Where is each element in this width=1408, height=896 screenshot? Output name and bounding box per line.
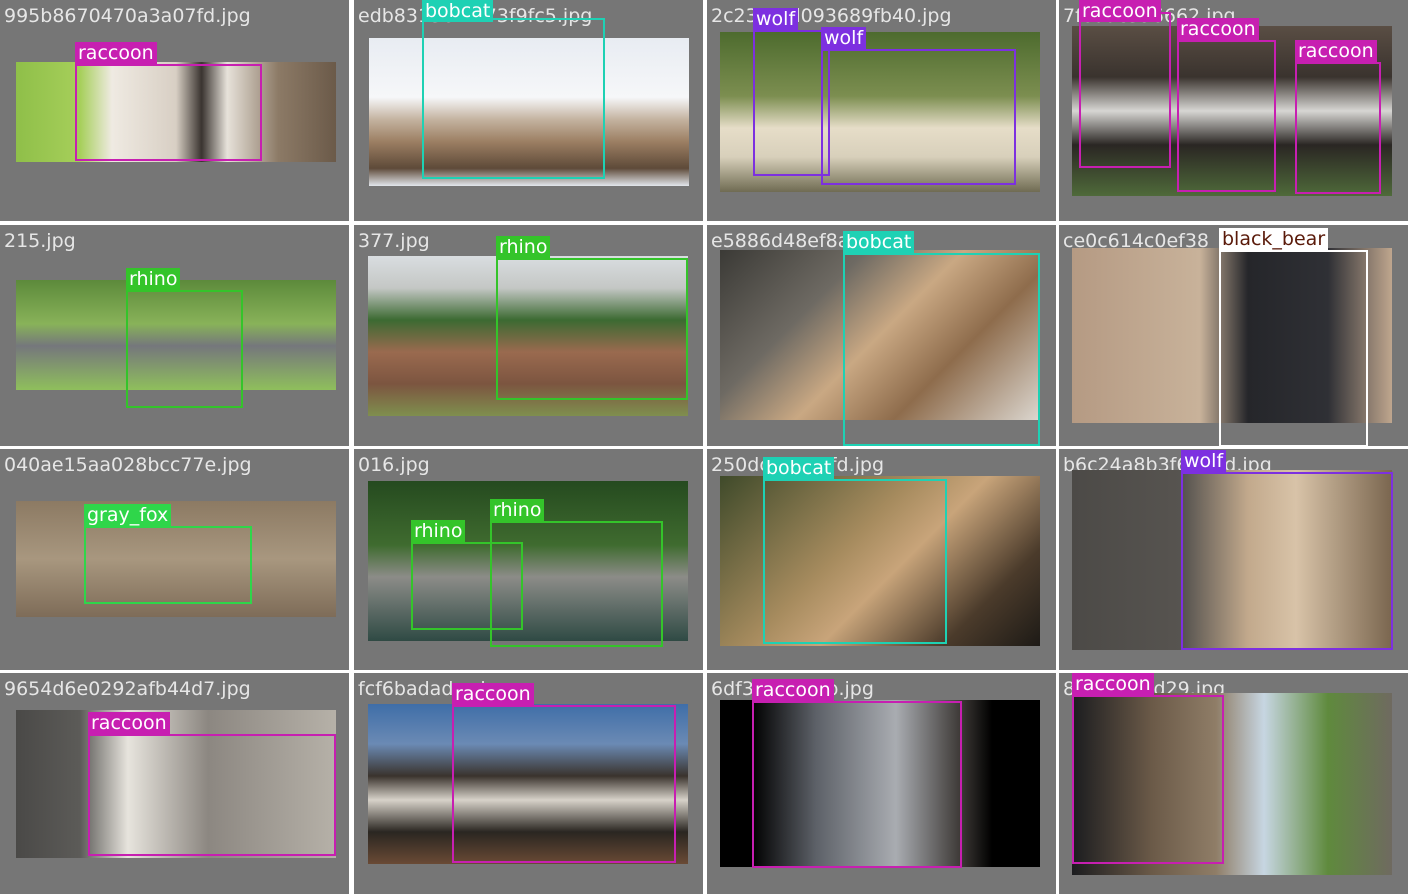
bounding-box-raccoon — [452, 705, 676, 863]
detection-label: black_bear — [1219, 228, 1329, 250]
mosaic-tile: e5886d48ef8a.jpg bobcat — [707, 225, 1056, 446]
mosaic-tile: 9654d6e0292afb44d7.jpg raccoon — [0, 673, 349, 894]
tile-filename: 215.jpg — [4, 230, 76, 252]
detection-label: rhino — [490, 499, 545, 521]
tile-filename: 040ae15aa028bcc77e.jpg — [4, 454, 252, 476]
bounding-box-gray-fox — [84, 526, 252, 604]
mosaic-tile: 040ae15aa028bcc77e.jpg gray_fox — [0, 449, 349, 670]
bounding-box-bobcat — [422, 18, 605, 179]
bounding-box-rhino — [496, 258, 688, 400]
mosaic-tile: fcf6badadcc.jpg raccoon — [354, 673, 703, 894]
detection-label: raccoon — [88, 712, 170, 734]
bounding-box-raccoon — [1295, 62, 1381, 194]
mosaic-tile: 8f7032eed29.jpgraccoon — [1059, 673, 1408, 894]
mosaic-tile: 2c23f47d093689fb40.jpg wolf wolf — [707, 0, 1056, 221]
detection-label: wolf — [1181, 450, 1227, 472]
detection-label: wolf — [753, 8, 799, 30]
mosaic-tile: 6df330480bb.jpgraccoon — [707, 673, 1056, 894]
mosaic-tile: edb8313e2f473f9fc5.jpgbobcat — [354, 0, 703, 221]
detection-label: wolf — [821, 27, 867, 49]
bounding-box-rhino — [490, 521, 663, 647]
bounding-box-wolf — [1181, 472, 1393, 650]
bounding-box-raccoon — [1072, 695, 1224, 864]
tile-filename: 377.jpg — [358, 230, 430, 252]
bounding-box-wolf — [753, 30, 830, 176]
detection-label: bobcat — [763, 457, 835, 479]
mosaic-tile: 016.jpg rhino rhino — [354, 449, 703, 670]
bounding-box-black-bear — [1219, 250, 1368, 446]
detection-label: raccoon — [1072, 673, 1154, 695]
bounding-box-raccoon — [1177, 40, 1276, 192]
bounding-box-bobcat — [843, 253, 1040, 446]
bounding-box-bobcat — [763, 479, 947, 644]
bounding-box-wolf — [821, 49, 1016, 185]
detection-label: rhino — [126, 268, 181, 290]
mosaic-tile: b6c24a8b3f69ebd.jpg wolf — [1059, 449, 1408, 670]
detection-label: raccoon — [752, 679, 834, 701]
detection-label: bobcat — [422, 0, 494, 22]
detection-label: raccoon — [452, 683, 534, 705]
detection-label: bobcat — [843, 231, 915, 253]
mosaic-tile: 215.jpg rhino — [0, 225, 349, 446]
bounding-box-raccoon — [752, 701, 962, 868]
detection-label: rhino — [411, 520, 466, 542]
tile-filename: 9654d6e0292afb44d7.jpg — [4, 678, 251, 700]
detection-grid: 995b8670470a3a07fd.jpg raccoon edb8313e2f4… — [0, 0, 1408, 896]
bounding-box-raccoon — [75, 64, 262, 161]
mosaic-tile: 7f0aac356662.jpgraccoonraccoonraccoon — [1059, 0, 1408, 221]
mosaic-tile: 250dc1e417fd.jpgbobcat — [707, 449, 1056, 670]
detection-label: rhino — [496, 236, 551, 258]
tile-filename: 995b8670470a3a07fd.jpg — [4, 5, 251, 27]
detection-label: raccoon — [1079, 0, 1161, 22]
mosaic-tile: ce0c614c0ef38 black_bear — [1059, 225, 1408, 446]
detection-label: raccoon — [1177, 18, 1259, 40]
detection-label: gray_fox — [84, 504, 172, 526]
tile-filename: 2c23f47d093689fb40.jpg — [711, 5, 952, 27]
detection-label: raccoon — [1295, 40, 1377, 62]
detection-label: raccoon — [75, 42, 157, 64]
mosaic-tile: 377.jpg rhino — [354, 225, 703, 446]
bounding-box-rhino — [126, 290, 243, 408]
bounding-box-raccoon — [1079, 12, 1171, 168]
bounding-box-raccoon — [88, 734, 336, 856]
tile-filename: 016.jpg — [358, 454, 430, 476]
mosaic-tile: 995b8670470a3a07fd.jpg raccoon — [0, 0, 349, 221]
